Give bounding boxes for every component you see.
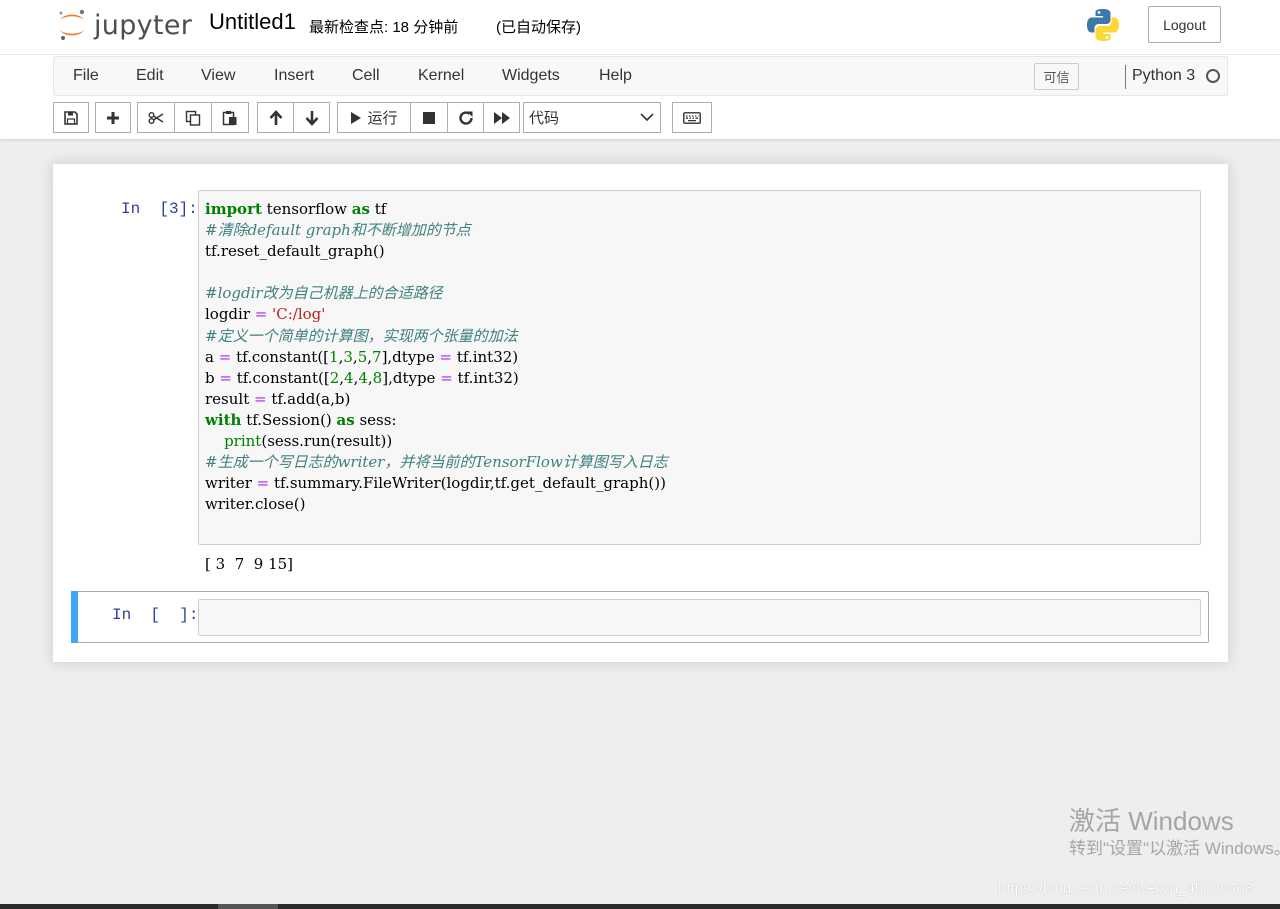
code-line: writer.close(): [205, 495, 306, 514]
code-line: writer = tf.summary.FileWriter(logdir,tf…: [205, 474, 666, 493]
code-line: b = tf.constant([2,4,4,8],dtype = tf.int…: [205, 368, 519, 387]
kernel-name[interactable]: Python 3: [1132, 67, 1195, 85]
code-editor[interactable]: import tensorflow as tf #清除default graph…: [205, 199, 668, 515]
kernel-idle-icon: [1206, 69, 1220, 83]
code-line: with tf.Session() as sess:: [205, 410, 397, 429]
logo-text: jupyter: [94, 9, 193, 41]
copy-button[interactable]: [174, 102, 212, 133]
command-palette-button[interactable]: [672, 102, 712, 133]
notebook-container: In [3]: import tensorflow as tf #清除defau…: [53, 164, 1228, 662]
csdn-watermark: https://blog.csdn.net/weixin_45626468: [998, 880, 1254, 897]
code-line: #清除default graph和不断增加的节点: [205, 221, 471, 240]
code-line: import tensorflow as tf: [205, 200, 387, 218]
move-up-button[interactable]: [257, 102, 294, 133]
code-line: print(sess.run(result)): [224, 432, 393, 451]
taskbar-segment: [218, 904, 278, 909]
menu-file[interactable]: File: [73, 67, 99, 85]
menu-view[interactable]: View: [201, 67, 235, 85]
restart-run-all-button[interactable]: [483, 102, 520, 133]
code-line: #logdir改为自己机器上的合适路径: [205, 284, 443, 303]
code-line: #定义一个简单的计算图，实现两个张量的加法: [205, 326, 518, 345]
paste-button[interactable]: [211, 102, 249, 133]
windows-activation-subtitle: 转到"设置"以激活 Windows。: [1069, 839, 1280, 858]
cut-button[interactable]: [137, 102, 175, 133]
copy-icon: [185, 110, 201, 126]
code-line: tf.reset_default_graph(): [205, 242, 385, 261]
arrow-down-icon: [305, 110, 318, 126]
cell-type-value: 代码: [529, 110, 560, 127]
header-divider: [0, 54, 1280, 55]
cell-output: [ 3 7 9 15]: [205, 555, 294, 573]
selected-cell-indicator: [71, 591, 78, 643]
jupyter-logo-icon: [59, 9, 85, 40]
cell-prompt: In [ ]:: [112, 606, 199, 624]
code-cell-input[interactable]: import tensorflow as tf #清除default graph…: [198, 190, 1201, 545]
selected-code-cell[interactable]: In [ ]:: [71, 591, 1209, 643]
logout-button[interactable]: Logout: [1148, 6, 1221, 43]
chevron-down-icon: [640, 113, 654, 122]
plus-icon: [107, 111, 119, 124]
menu-edit[interactable]: Edit: [136, 67, 164, 85]
save-icon: [64, 110, 78, 125]
code-line: #生成一个写日志的writer，并将当前的TensorFlow计算图写入日志: [205, 453, 668, 472]
notebook-name[interactable]: Untitled1: [209, 9, 296, 35]
run-button[interactable]: 运行: [337, 102, 411, 133]
fast-forward-icon: [493, 111, 510, 124]
kernel-divider: [1125, 65, 1126, 89]
menubar: File Edit View Insert Cell Kernel Widget…: [53, 56, 1228, 96]
menu-kernel[interactable]: Kernel: [418, 67, 464, 85]
move-down-button[interactable]: [293, 102, 330, 133]
jupyter-logo[interactable]: jupyter: [57, 6, 192, 44]
menu-cell[interactable]: Cell: [352, 67, 380, 85]
code-line: a = tf.constant([1,3,5,7],dtype = tf.int…: [205, 347, 519, 366]
interrupt-button[interactable]: [410, 102, 448, 133]
code-line: logdir = 'C:/log': [205, 305, 326, 324]
stop-icon: [423, 111, 435, 124]
menu-help[interactable]: Help: [599, 67, 632, 85]
insert-cell-button[interactable]: [95, 102, 131, 133]
keyboard-icon: [683, 111, 701, 124]
run-label: 运行: [367, 110, 398, 127]
windows-activation-title: 激活 Windows: [1069, 806, 1234, 836]
cut-icon: [148, 111, 164, 124]
checkpoint-status: 最新检查点: 18 分钟前: [309, 19, 459, 36]
menu-insert[interactable]: Insert: [274, 67, 314, 85]
cell-prompt: In [3]:: [121, 200, 198, 218]
autosave-status: (已自动保存): [496, 19, 581, 36]
trusted-indicator[interactable]: 可信: [1034, 63, 1079, 90]
python-logo-icon: [1085, 7, 1121, 48]
save-button[interactable]: [53, 102, 89, 133]
taskbar-edge: [0, 904, 1280, 909]
code-line: result = tf.add(a,b): [205, 389, 351, 408]
code-cell-input[interactable]: [198, 599, 1201, 636]
cell-type-select[interactable]: 代码: [523, 102, 661, 133]
menu-widgets[interactable]: Widgets: [502, 67, 560, 85]
arrow-up-icon: [269, 109, 282, 125]
header: jupyter Untitled1 最新检查点: 18 分钟前 (已自动保存) …: [0, 0, 1280, 139]
restart-icon: [458, 110, 473, 125]
paste-icon: [222, 110, 237, 125]
play-icon: [351, 111, 362, 124]
restart-button[interactable]: [447, 102, 484, 133]
